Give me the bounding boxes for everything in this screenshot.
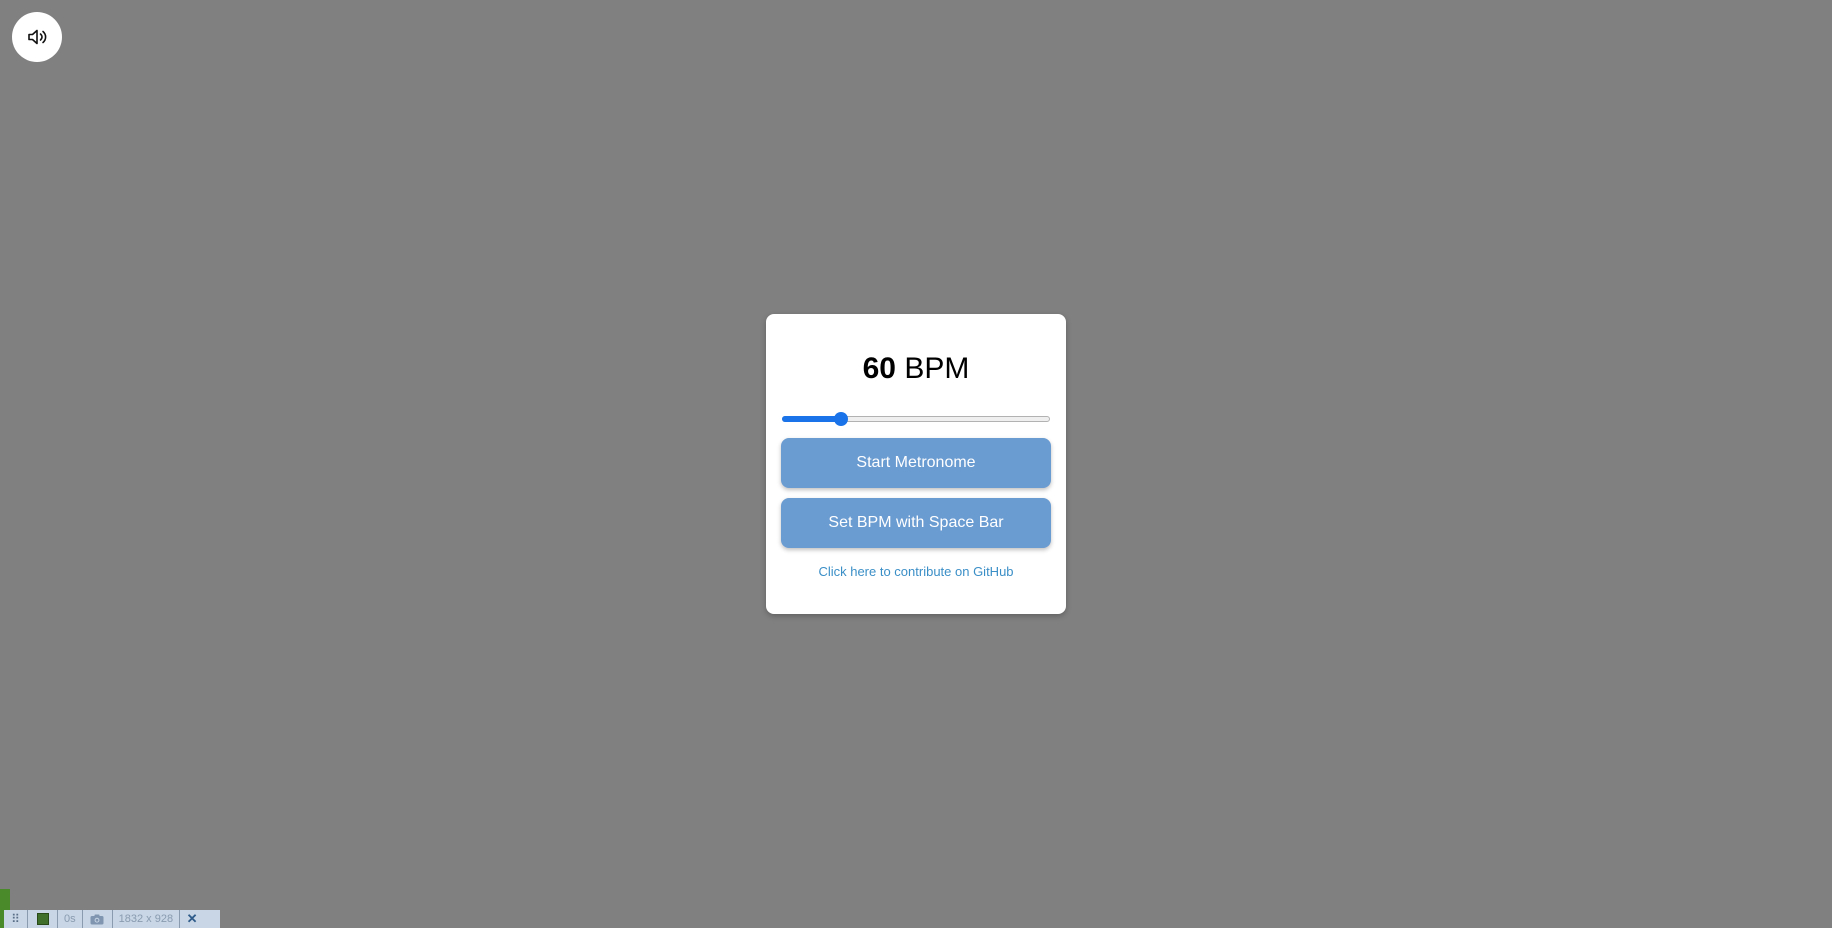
speaker-icon bbox=[28, 29, 47, 45]
start-metronome-button[interactable]: Start Metronome bbox=[781, 438, 1051, 488]
color-swatch-button[interactable] bbox=[28, 910, 58, 928]
bpm-display: 60 BPM bbox=[766, 354, 1066, 384]
metronome-card: 60 BPM Start Metronome Set BPM with Spac… bbox=[766, 314, 1066, 614]
camera-icon bbox=[90, 914, 104, 924]
drag-handle-icon[interactable]: ⠿ bbox=[4, 910, 28, 928]
bpm-slider[interactable] bbox=[782, 412, 1050, 426]
sound-toggle-button[interactable] bbox=[12, 12, 62, 62]
tap-tempo-button[interactable]: Set BPM with Space Bar bbox=[781, 498, 1051, 548]
color-swatch bbox=[36, 913, 49, 925]
slider-fill bbox=[782, 416, 841, 422]
slider-thumb[interactable] bbox=[833, 412, 848, 426]
bpm-value: 60 bbox=[862, 352, 896, 385]
github-link[interactable]: Click here to contribute on GitHub bbox=[766, 564, 1066, 579]
viewport-size-readout: 1832 x 928 bbox=[113, 910, 181, 928]
dev-toolbar: ⠿ 0s 1832 x 928 ✕ bbox=[4, 910, 220, 928]
camera-button[interactable] bbox=[83, 910, 113, 928]
timer-readout: 0s bbox=[58, 910, 83, 928]
close-icon[interactable]: ✕ bbox=[180, 910, 204, 928]
bpm-unit: BPM bbox=[904, 352, 970, 385]
